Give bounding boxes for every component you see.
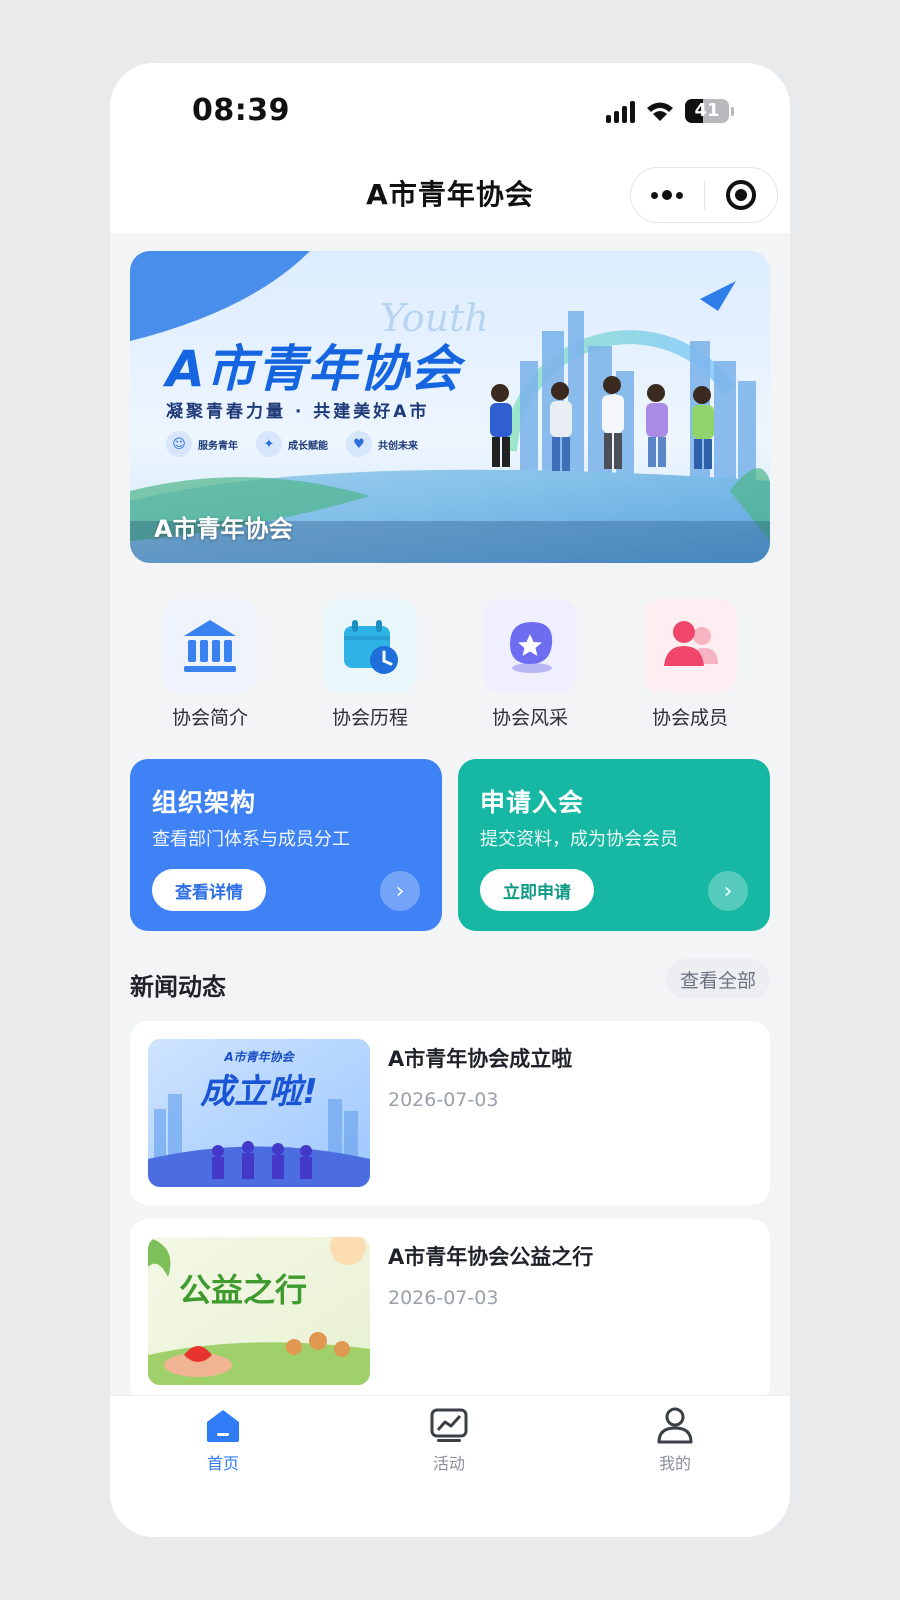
news-item[interactable]: 公益之行 A市青年协会公益之行 2026-07-03 [130, 1219, 770, 1403]
top-bar: 08:39 41 A市青年协会 [110, 63, 790, 233]
card-subtitle: 查看部门体系与成员分工 [152, 829, 350, 850]
apply-now-button[interactable]: 立即申请 [480, 869, 594, 911]
tab-label: 我的 [658, 1454, 691, 1473]
quick-link-members[interactable]: 协会成员 [610, 599, 770, 730]
battery-tip [731, 106, 734, 116]
calendar-clock-icon [344, 620, 398, 674]
quick-icon-bg [643, 599, 737, 693]
tab-profile[interactable]: 我的 [562, 1396, 788, 1537]
card-title: 申请入会 [480, 788, 585, 817]
feature-cards: 组织架构 查看部门体系与成员分工 查看详情 › 申请入会 提交资料，成为协会会员… [130, 759, 770, 931]
quick-link-style[interactable]: 协会风采 [450, 599, 610, 730]
status-icons: 41 [606, 99, 734, 123]
news-thumbnail: A市青年协会 成立啦! [148, 1039, 370, 1187]
heart-icon: ♥ [346, 431, 372, 457]
home-icon [207, 1410, 239, 1442]
more-button[interactable] [631, 167, 704, 223]
news-thumbnail: 公益之行 [148, 1237, 370, 1385]
banner-headline: A市青年协会 [166, 340, 461, 398]
banner-badge: ☺ 服务青年 [166, 431, 238, 457]
org-structure-card[interactable]: 组织架构 查看部门体系与成员分工 查看详情 › [130, 759, 442, 931]
quick-link-history[interactable]: 协会历程 [290, 599, 450, 730]
quick-link-label: 协会简介 [171, 707, 248, 729]
target-circle-icon [725, 180, 756, 210]
tab-label: 活动 [432, 1454, 465, 1473]
news-item-date: 2026-07-03 [388, 1089, 499, 1111]
bank-icon [184, 620, 236, 672]
card-title: 组织架构 [152, 788, 257, 817]
banner-badges: ☺ 服务青年 ✦ 成长赋能 ♥ 共创未来 [166, 431, 418, 457]
news-item[interactable]: A市青年协会 成立啦! A市青年协会成立啦 2026-07-03 [130, 1021, 770, 1205]
tab-activities[interactable]: 活动 [336, 1396, 562, 1537]
close-button[interactable] [705, 167, 778, 223]
chevron-right-icon[interactable]: › [708, 871, 748, 911]
quick-links: 协会简介 协会历程 协会风采 协会成员 [130, 599, 770, 730]
bulb-icon: ✦ [256, 431, 282, 457]
banner-caption: A市青年协会 [154, 515, 293, 543]
news-item-title: A市青年协会成立啦 [388, 1047, 573, 1071]
banner-slogan: 凝聚青春力量 · 共建美好A市 [166, 402, 430, 422]
quick-link-label: 协会历程 [331, 707, 408, 729]
card-subtitle: 提交资料，成为协会会员 [480, 829, 678, 850]
chart-icon [430, 1408, 468, 1442]
quick-icon-bg [163, 599, 257, 693]
quick-link-label: 协会风采 [491, 707, 568, 729]
quick-link-label: 协会成员 [651, 707, 728, 729]
members-icon [664, 621, 718, 666]
chevron-right-icon[interactable]: › [380, 871, 420, 911]
thumb-top-text: A市青年协会 [223, 1050, 295, 1064]
star-badge-icon [510, 622, 553, 673]
quick-link-intro[interactable]: 协会简介 [130, 599, 290, 730]
banner-badge-label: 服务青年 [198, 440, 238, 452]
signal-icon [606, 99, 635, 123]
news-section-title: 新闻动态 [130, 973, 226, 1001]
thumb-title-text: 成立啦! [200, 1072, 318, 1112]
bottom-tab-bar: 首页 活动 我的 [110, 1395, 790, 1537]
news-item-date: 2026-07-03 [388, 1287, 499, 1309]
quick-icon-bg [323, 599, 417, 693]
news-header: 新闻动态 查看全部 [130, 959, 770, 1007]
banner-badge: ♥ 共创未来 [346, 431, 418, 457]
mini-program-capsule [630, 167, 778, 223]
battery-icon: 41 [685, 99, 729, 123]
hero-banner[interactable]: Youth A市青年协会 凝聚青春力量 · 共建美好A市 ☺ 服务青年 ✦ 成长赋能… [130, 251, 770, 563]
news-item-title: A市青年协会公益之行 [388, 1245, 594, 1269]
thumb-title-text: 公益之行 [179, 1271, 307, 1309]
status-time: 08:39 [192, 93, 290, 128]
person-icon [657, 1407, 693, 1444]
banner-badge-label: 共创未来 [378, 440, 418, 452]
view-details-button[interactable]: 查看详情 [152, 869, 266, 911]
view-all-button[interactable]: 查看全部 [665, 959, 770, 999]
tab-home[interactable]: 首页 [110, 1396, 336, 1537]
phone-frame: 08:39 41 A市青年协会 Youth A市青年协会 凝聚青春力量 · 共建… [110, 63, 790, 1537]
more-dots-icon [651, 190, 684, 200]
wifi-icon [647, 102, 673, 121]
tab-label: 首页 [206, 1454, 239, 1473]
banner-badge-label: 成长赋能 [288, 440, 328, 452]
apply-membership-card[interactable]: 申请入会 提交资料，成为协会会员 立即申请 › [458, 759, 770, 931]
battery-level: 41 [694, 100, 720, 121]
quick-icon-bg [483, 599, 577, 693]
banner-badge: ✦ 成长赋能 [256, 431, 328, 457]
user-icon: ☺ [166, 431, 192, 457]
